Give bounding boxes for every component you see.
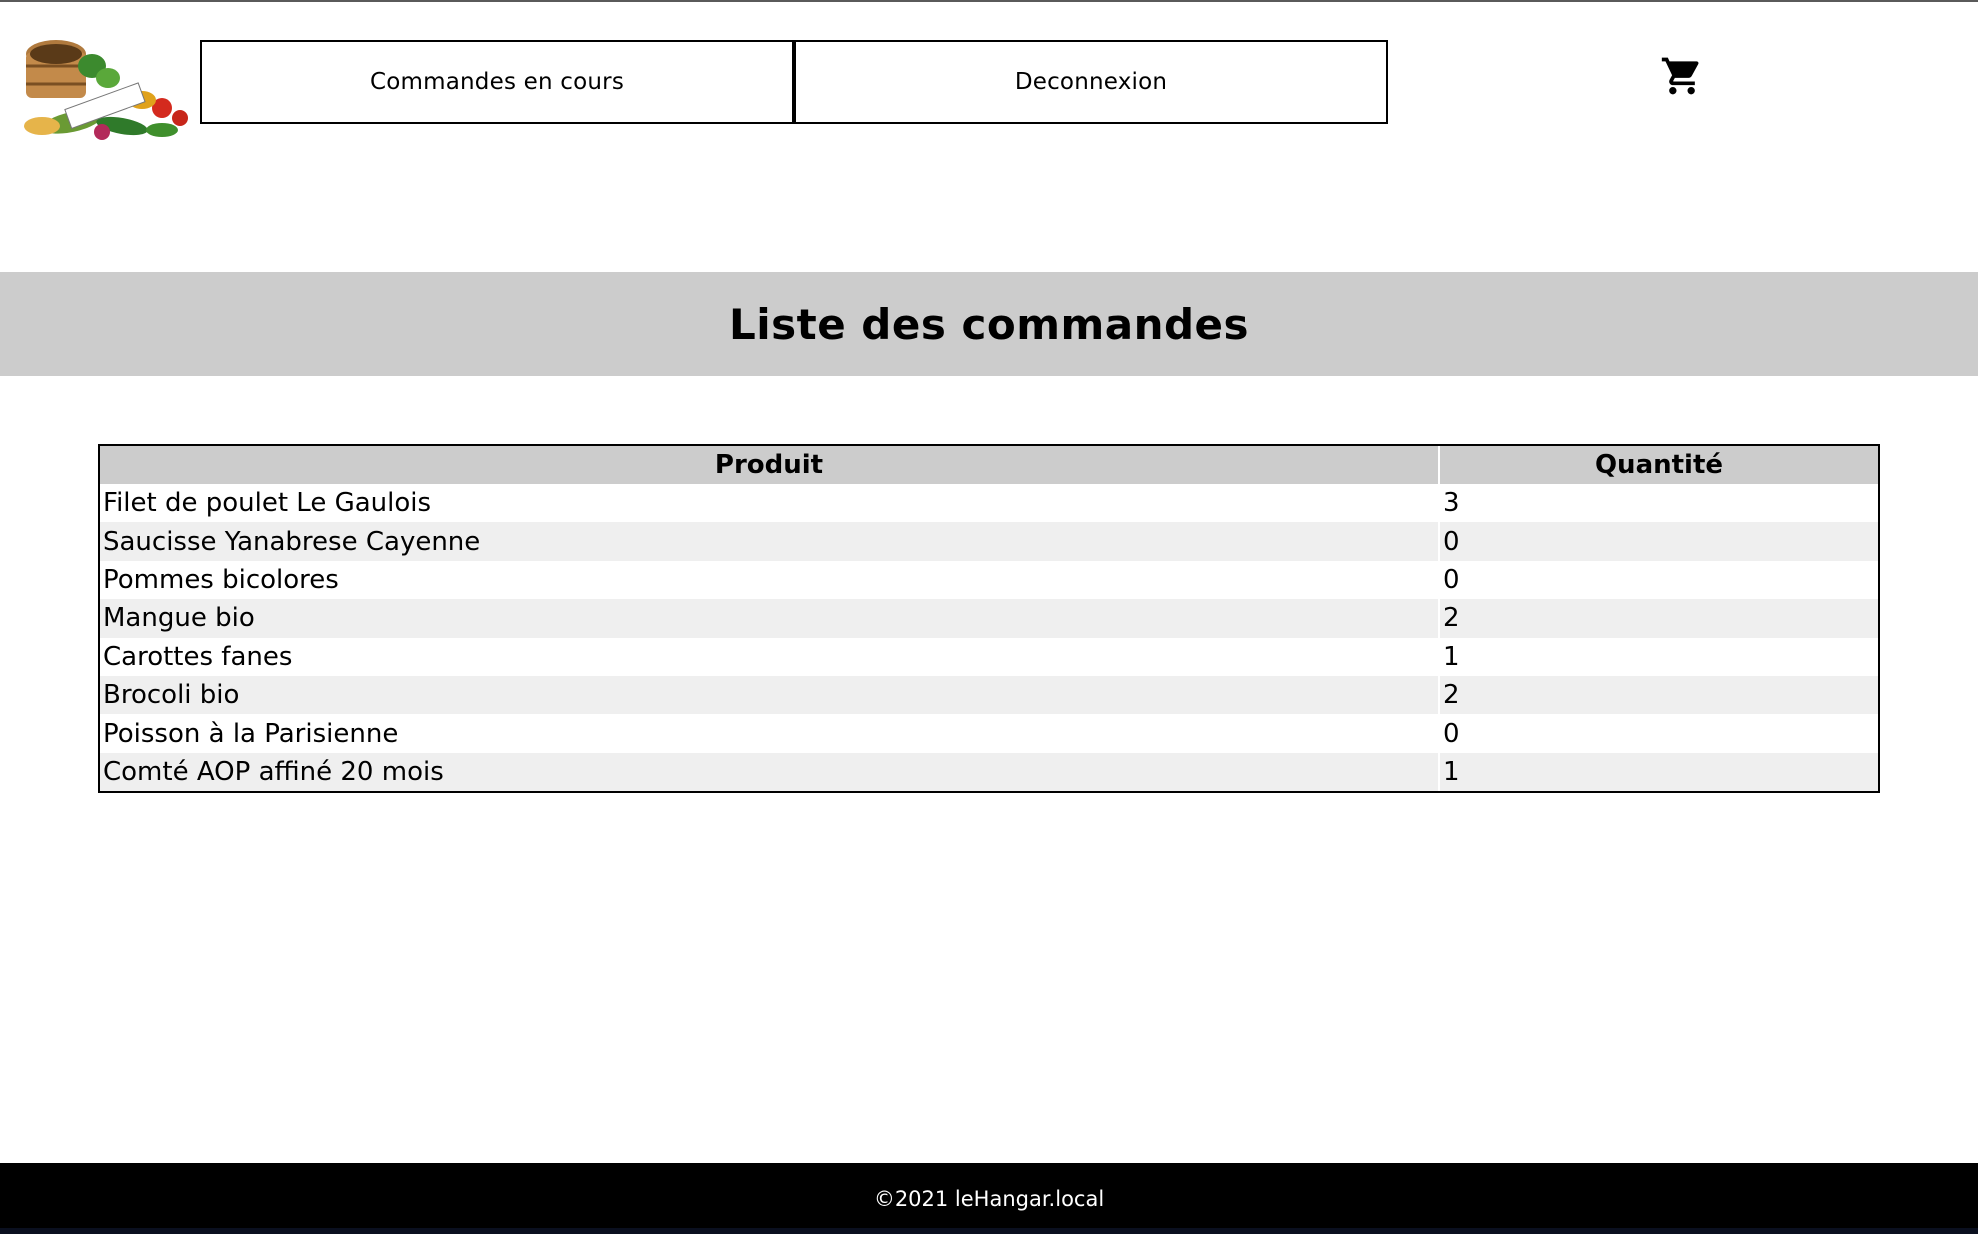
- quantity-cell: 1: [1443, 641, 1460, 672]
- column-header-quantity: Quantité: [1440, 446, 1878, 484]
- quantity-cell: 2: [1440, 599, 1878, 638]
- table-row: Pommes bicolores 0: [100, 560, 1878, 600]
- product-cell: Comté AOP affiné 20 mois: [100, 752, 1440, 792]
- quantity-cell: 1: [1440, 752, 1878, 792]
- title-band: Liste des commandes: [0, 272, 1978, 376]
- table-row: Comté AOP affiné 20 mois 1: [100, 752, 1878, 792]
- product-cell: Carottes fanes: [100, 637, 1440, 676]
- quantity-cell: 0: [1443, 564, 1460, 595]
- nav-orders-in-progress-button[interactable]: Commandes en cours: [200, 40, 794, 124]
- nav-orders-label: Commandes en cours: [369, 69, 625, 95]
- table-row: Filet de poulet Le Gaulois 3: [100, 484, 1878, 523]
- nav-logout-label: Deconnexion: [1014, 69, 1168, 95]
- page-title: Liste des commandes: [728, 299, 1250, 349]
- site-logo[interactable]: [12, 26, 192, 144]
- product-cell: Saucisse Yanabrese Cayenne: [100, 522, 1440, 561]
- shopping-cart-icon: [1661, 57, 1699, 95]
- top-border: [0, 0, 1978, 2]
- product-cell: Poisson à la Parisienne: [100, 714, 1440, 753]
- quantity-cell: 0: [1440, 522, 1878, 561]
- table-row: Saucisse Yanabrese Cayenne 0: [100, 522, 1878, 561]
- orders-table: Produit Quantité Filet de poulet Le Gaul…: [98, 444, 1880, 794]
- vegetable-basket-logo-icon: [24, 40, 188, 140]
- product-cell: Pommes bicolores: [100, 560, 1440, 600]
- bottom-border: [0, 1228, 1978, 1234]
- site-footer: ©2021 leHangar.local: [0, 1163, 1978, 1234]
- footer-copyright: ©2021 leHangar.local: [873, 1186, 1105, 1211]
- table-row: Mangue bio 2: [100, 599, 1878, 638]
- quantity-cell: 2: [1440, 675, 1878, 715]
- product-cell: Brocoli bio: [100, 675, 1440, 715]
- product-cell: Mangue bio: [100, 599, 1440, 638]
- table-row: Poisson à la Parisienne 0: [100, 714, 1878, 753]
- table-row: Brocoli bio 2: [100, 675, 1878, 715]
- quantity-cell: 0: [1443, 718, 1460, 749]
- cart-button[interactable]: [1660, 54, 1704, 98]
- product-cell: Filet de poulet Le Gaulois: [100, 484, 1440, 523]
- quantity-cell: 3: [1443, 488, 1460, 519]
- column-header-product: Produit: [100, 446, 1440, 484]
- nav-logout-button[interactable]: Deconnexion: [794, 40, 1388, 124]
- table-row: Carottes fanes 1: [100, 637, 1878, 676]
- table-header-row: Produit Quantité: [100, 446, 1878, 484]
